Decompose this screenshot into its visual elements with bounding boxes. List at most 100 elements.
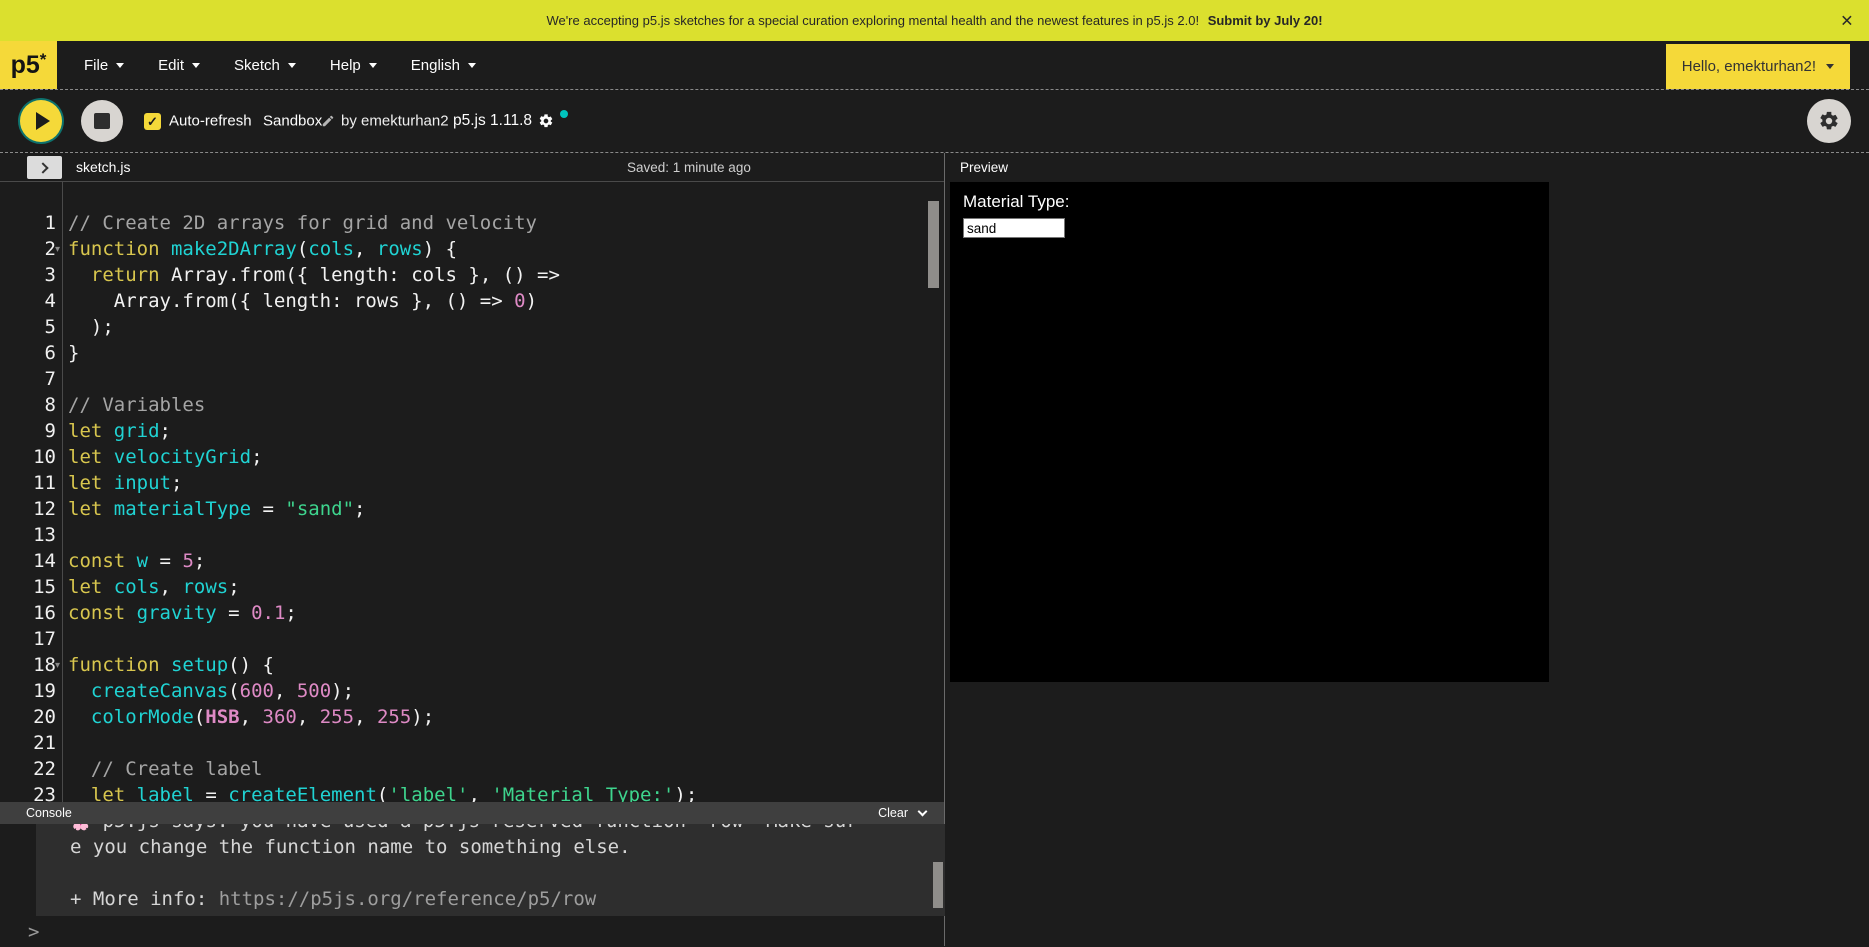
- saved-status: Saved: 1 minute ago: [627, 153, 751, 181]
- code-line[interactable]: 8// Variables: [0, 392, 944, 418]
- p5-canvas[interactable]: Material Type:: [950, 182, 1549, 682]
- line-number: 7: [0, 366, 56, 392]
- code-line[interactable]: 5 );: [0, 314, 944, 340]
- chevron-down-icon: [192, 63, 200, 68]
- top-nav: p5 * File Edit Sketch Help English Hello…: [0, 41, 1869, 89]
- sketch-title: Sandbox: [263, 113, 322, 130]
- banner-text: We're accepting p5.js sketches for a spe…: [546, 13, 1199, 28]
- line-number: 11: [0, 470, 56, 496]
- fold-arrow-icon[interactable]: ▾: [55, 237, 65, 263]
- chevron-down-icon: [116, 63, 124, 68]
- code-line[interactable]: 9let grid;: [0, 418, 944, 444]
- console-message: [70, 860, 945, 886]
- code-line[interactable]: 1// Create 2D arrays for grid and veloci…: [0, 210, 944, 236]
- line-number: 19: [0, 678, 56, 704]
- logo-text: p5: [11, 51, 40, 80]
- line-number: 12: [0, 496, 56, 522]
- banner-cta-link[interactable]: Submit by July 20!: [1208, 13, 1323, 28]
- play-icon: [36, 112, 50, 130]
- chevron-down-icon: [468, 63, 476, 68]
- line-number: 1: [0, 210, 56, 236]
- code-line[interactable]: 10let velocityGrid;: [0, 444, 944, 470]
- p5-logo[interactable]: p5 *: [0, 41, 57, 89]
- line-number: 5: [0, 314, 56, 340]
- code-line[interactable]: 17: [0, 626, 944, 652]
- code-line[interactable]: 21: [0, 730, 944, 756]
- console-title: Console: [26, 806, 72, 820]
- console-header: Console Clear: [0, 802, 944, 824]
- author-byline[interactable]: by emekturhan2: [341, 113, 449, 130]
- sidebar-expand-button[interactable]: [27, 156, 62, 179]
- menu-language[interactable]: English: [394, 57, 493, 74]
- console-scrollbar[interactable]: [933, 862, 943, 908]
- settings-button[interactable]: [1807, 99, 1851, 143]
- code-line[interactable]: 19 createCanvas(600, 500);: [0, 678, 944, 704]
- main-area: sketch.js Saved: 1 minute ago 1// Create…: [0, 152, 1869, 946]
- version-label: p5.js 1.11.8: [453, 112, 532, 130]
- console-prompt: >: [28, 921, 39, 943]
- editor-pane: sketch.js Saved: 1 minute ago 1// Create…: [0, 153, 945, 946]
- check-icon: ✓: [147, 114, 158, 130]
- chevron-down-icon: [369, 63, 377, 68]
- auto-refresh-checkbox[interactable]: ✓: [144, 113, 161, 130]
- line-number: 20: [0, 704, 56, 730]
- stop-icon: [94, 113, 110, 129]
- menu-help[interactable]: Help: [313, 57, 394, 74]
- code-line[interactable]: 22 // Create label: [0, 756, 944, 782]
- stop-button[interactable]: [81, 100, 123, 142]
- logo-asterisk: *: [40, 50, 47, 70]
- line-number: 18: [0, 652, 56, 678]
- code-line[interactable]: 12let materialType = "sand";: [0, 496, 944, 522]
- code-line[interactable]: 14const w = 5;: [0, 548, 944, 574]
- code-line[interactable]: 4 Array.from({ length: rows }, () => 0): [0, 288, 944, 314]
- code-line[interactable]: 18▾function setup() {: [0, 652, 944, 678]
- account-greeting: Hello, emekturhan2!: [1682, 58, 1816, 75]
- auto-refresh-label[interactable]: Auto-refresh: [169, 113, 252, 130]
- editor-scrollbar[interactable]: [928, 201, 939, 288]
- line-number: 15: [0, 574, 56, 600]
- chevron-down-icon[interactable]: [918, 806, 928, 816]
- menu-bar: File Edit Sketch Help English: [67, 41, 493, 89]
- banner-message: We're accepting p5.js sketches for a spe…: [546, 13, 1322, 28]
- code-line[interactable]: 7: [0, 366, 944, 392]
- edit-pencil-icon[interactable]: [321, 114, 335, 128]
- code-line[interactable]: 13: [0, 522, 944, 548]
- toolbar: ✓ Auto-refresh Sandbox by emekturhan2 p5…: [0, 89, 1869, 152]
- version-selector[interactable]: p5.js 1.11.8: [453, 112, 568, 130]
- code-line[interactable]: 16const gravity = 0.1;: [0, 600, 944, 626]
- code-line[interactable]: 11let input;: [0, 470, 944, 496]
- code-editor[interactable]: 1// Create 2D arrays for grid and veloci…: [0, 182, 944, 802]
- line-number: 22: [0, 756, 56, 782]
- chevron-down-icon: [1826, 64, 1834, 69]
- line-number: 2: [0, 236, 56, 262]
- tab-sketch-js[interactable]: sketch.js: [76, 153, 130, 181]
- menu-sketch[interactable]: Sketch: [217, 57, 313, 74]
- code-line[interactable]: 2▾function make2DArray(cols, rows) {: [0, 236, 944, 262]
- console-input-row[interactable]: >: [0, 916, 944, 947]
- line-number: 14: [0, 548, 56, 574]
- line-number: 9: [0, 418, 56, 444]
- line-number: 21: [0, 730, 56, 756]
- menu-file[interactable]: File: [67, 57, 141, 74]
- play-button[interactable]: [20, 100, 62, 142]
- account-menu-button[interactable]: Hello, emekturhan2!: [1666, 44, 1850, 89]
- console-output: 🌸 p5.js says: you have used a p5.js rese…: [36, 824, 945, 916]
- code-line[interactable]: 23 let label = createElement('label', 'M…: [0, 782, 944, 802]
- line-number: 8: [0, 392, 56, 418]
- console-clear-button[interactable]: Clear: [878, 806, 908, 820]
- code-line[interactable]: 3 return Array.from({ length: cols }, ()…: [0, 262, 944, 288]
- preview-header: Preview: [945, 153, 1869, 182]
- close-icon[interactable]: ×: [1841, 10, 1853, 31]
- material-type-input[interactable]: [963, 218, 1065, 238]
- file-tab-bar: sketch.js Saved: 1 minute ago: [0, 153, 944, 182]
- fold-arrow-icon[interactable]: ▾: [55, 653, 65, 679]
- menu-edit[interactable]: Edit: [141, 57, 217, 74]
- code-line[interactable]: 20 colorMode(HSB, 360, 255, 255);: [0, 704, 944, 730]
- line-number: 4: [0, 288, 56, 314]
- line-number: 17: [0, 626, 56, 652]
- line-number: 6: [0, 340, 56, 366]
- console-message: e you change the function name to someth…: [70, 834, 945, 860]
- code-line[interactable]: 15let cols, rows;: [0, 574, 944, 600]
- code-line[interactable]: 6}: [0, 340, 944, 366]
- console-message: + More info: https://p5js.org/reference/…: [70, 886, 945, 912]
